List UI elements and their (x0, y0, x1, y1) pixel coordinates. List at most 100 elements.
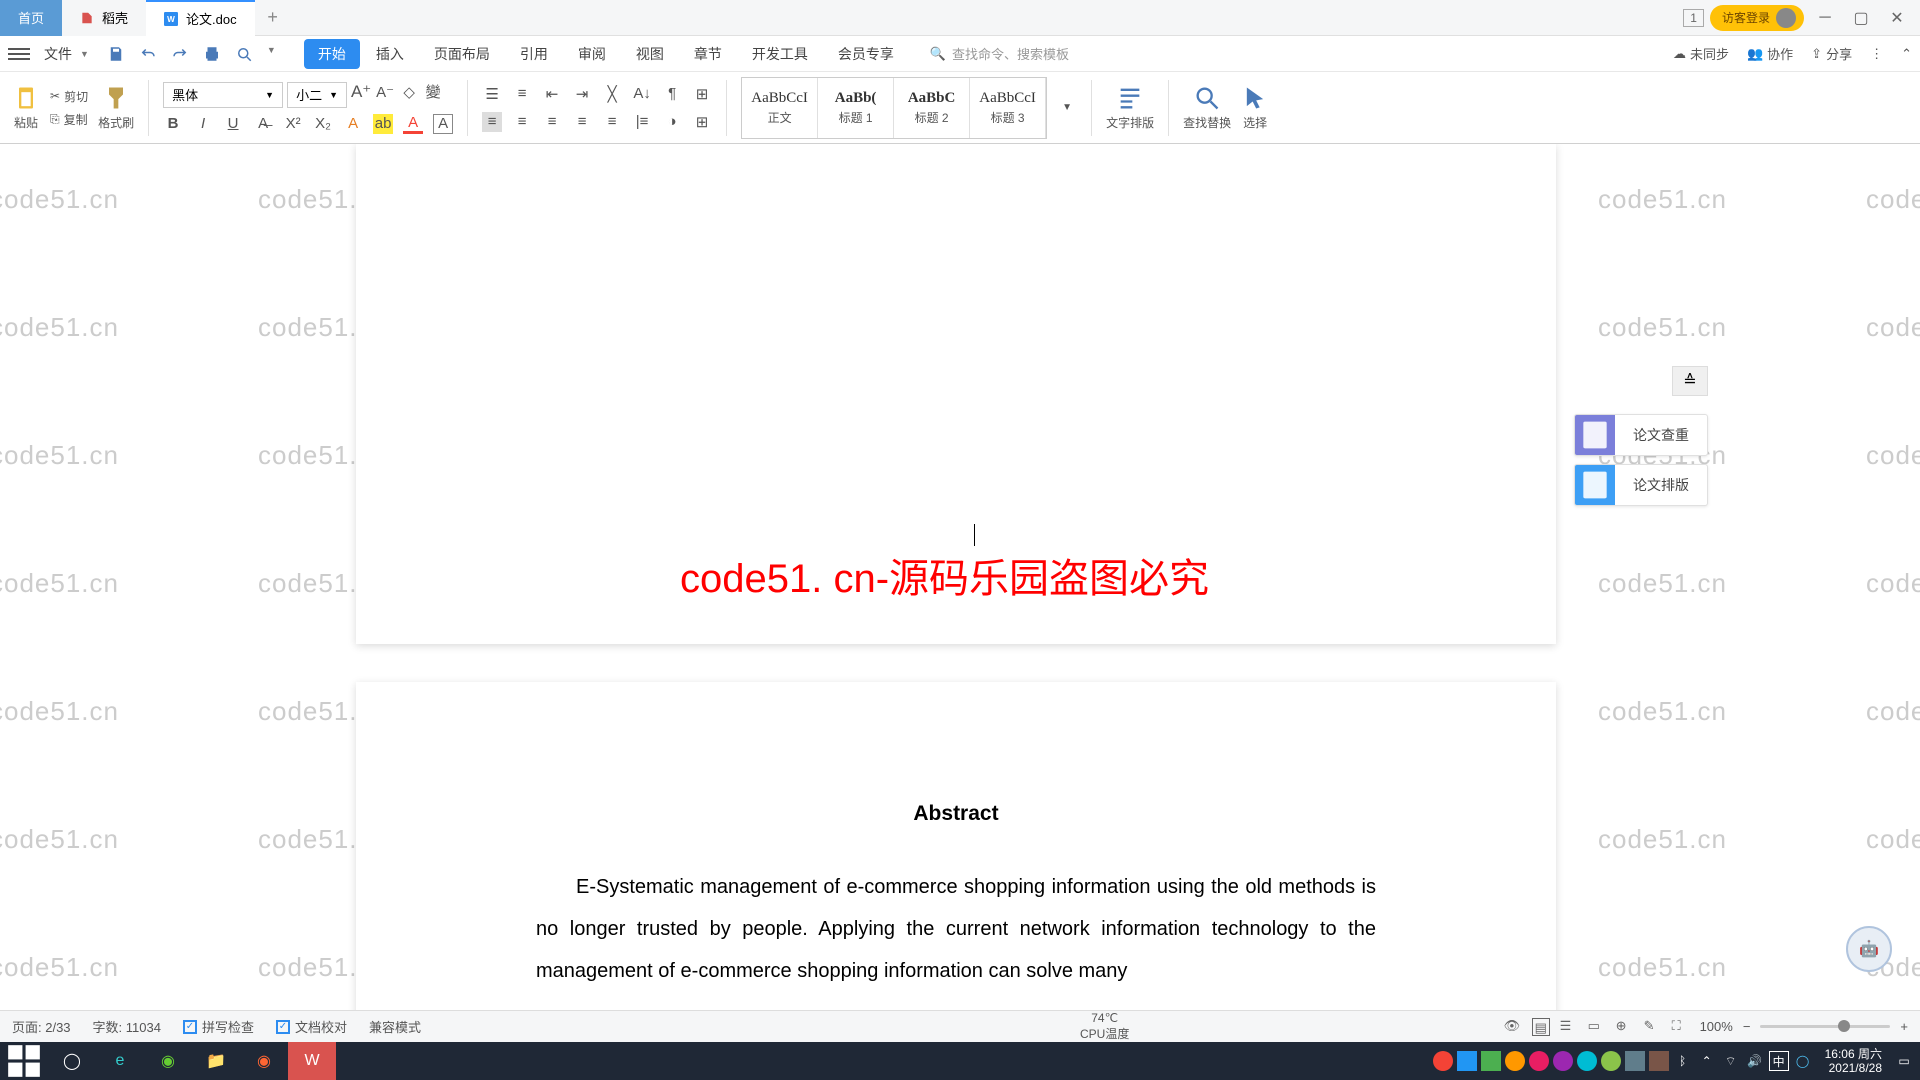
char-shading-button[interactable]: A (433, 114, 453, 134)
line-spacing-icon[interactable]: |≡ (632, 112, 652, 132)
doc-proof-toggle[interactable]: ✓文档校对 (276, 1017, 347, 1036)
copy-button[interactable]: ⎘复制 (50, 111, 88, 128)
volume-icon[interactable]: 🔊 (1745, 1051, 1765, 1071)
share-button[interactable]: ⇪分享 (1811, 44, 1852, 63)
style-heading3[interactable]: AaBbCcI标题 3 (970, 78, 1046, 138)
sort-icon[interactable]: A↓ (632, 84, 652, 104)
outline-icon[interactable]: ☰ (1560, 1018, 1578, 1036)
align-center-icon[interactable]: ≡ (512, 112, 532, 132)
hamburger-icon[interactable] (8, 43, 30, 65)
collab-button[interactable]: 👥协作 (1747, 44, 1793, 63)
menu-tab-member[interactable]: 会员专享 (824, 39, 908, 69)
bold-button[interactable]: B (163, 114, 183, 134)
clock[interactable]: 16:06 周六 2021/8/28 (1817, 1047, 1890, 1076)
explorer-icon[interactable]: 📁 (192, 1042, 240, 1080)
font-select[interactable]: 黑体▼ (163, 82, 283, 108)
web-icon[interactable]: ⊕ (1616, 1018, 1634, 1036)
select-label[interactable]: 选择 (1243, 114, 1267, 131)
tab-dk[interactable]: 稻壳 (62, 0, 146, 36)
strikethrough-button[interactable]: A̶ (253, 114, 273, 134)
ie-icon[interactable]: e (96, 1042, 144, 1080)
menu-tab-dev[interactable]: 开发工具 (738, 39, 822, 69)
superscript-button[interactable]: X² (283, 114, 303, 134)
tray-up-icon[interactable]: ⌃ (1697, 1051, 1717, 1071)
style-normal[interactable]: AaBbCcI正文 (742, 78, 818, 138)
align-right-icon[interactable]: ≡ (542, 112, 562, 132)
tray-icon-6[interactable] (1553, 1051, 1573, 1071)
edit-icon[interactable]: ✎ (1644, 1018, 1662, 1036)
align-left-icon[interactable]: ≡ (482, 112, 502, 132)
paste-label[interactable]: 粘贴 (14, 114, 38, 131)
paragraph-icon[interactable]: ¶ (662, 84, 682, 104)
font-color-button[interactable]: A (403, 114, 423, 134)
zoom-out-button[interactable]: − (1743, 1019, 1751, 1034)
style-gallery[interactable]: AaBbCcI正文 AaBb(标题 1 AaBbC标题 2 AaBbCcI标题 … (741, 77, 1047, 139)
text-layout-label[interactable]: 文字排版 (1106, 114, 1154, 131)
command-search[interactable]: 🔍 查找命令、搜索模板 (930, 44, 1069, 63)
increase-indent-icon[interactable]: ⇥ (572, 84, 592, 104)
style-more-icon[interactable]: ▼ (1057, 98, 1077, 118)
login-button[interactable]: 访客登录 (1710, 5, 1804, 31)
side-collapse-button[interactable]: ≙ (1672, 366, 1708, 396)
highlight-button[interactable]: ab (373, 114, 393, 134)
tab-add[interactable]: + (255, 7, 291, 28)
start-button[interactable] (0, 1042, 48, 1080)
zoom-slider[interactable] (1760, 1025, 1890, 1028)
read-icon[interactable]: ▭ (1588, 1018, 1606, 1036)
wps-icon[interactable]: W (288, 1042, 336, 1080)
unsync-button[interactable]: ☁未同步 (1673, 44, 1729, 63)
minimize-button[interactable]: ─ (1810, 3, 1840, 33)
menu-tab-start[interactable]: 开始 (304, 39, 360, 69)
save-icon[interactable] (107, 45, 125, 63)
redo-icon[interactable] (171, 45, 189, 63)
notifications-icon[interactable]: ▭ (1894, 1051, 1914, 1071)
menu-tab-review[interactable]: 审阅 (564, 39, 620, 69)
paper-layout-card[interactable]: 论文排版 (1574, 464, 1708, 506)
grow-font-icon[interactable]: A⁺ (351, 82, 371, 102)
collapse-ribbon-icon[interactable]: ⌃ (1901, 46, 1912, 62)
tray-search-icon[interactable]: ◯ (1793, 1051, 1813, 1071)
tray-icon-7[interactable] (1577, 1051, 1597, 1071)
bluetooth-icon[interactable]: ᛒ (1673, 1051, 1693, 1071)
floating-help-button[interactable]: 🤖 (1846, 926, 1892, 972)
app-icon[interactable]: ◉ (240, 1042, 288, 1080)
asian-layout-icon[interactable]: ╳ (602, 84, 622, 104)
font-size-select[interactable]: 小二▼ (287, 82, 347, 108)
style-heading1[interactable]: AaBb(标题 1 (818, 78, 894, 138)
text-layout-icon[interactable] (1116, 84, 1144, 112)
close-button[interactable]: ✕ (1882, 3, 1912, 33)
print-layout-icon[interactable]: ▤ (1532, 1018, 1550, 1036)
find-label[interactable]: 查找替换 (1183, 114, 1231, 131)
menu-tab-reference[interactable]: 引用 (506, 39, 562, 69)
tray-icon-2[interactable] (1457, 1051, 1477, 1071)
file-dropdown-icon[interactable]: ▼ (80, 49, 89, 59)
menu-tab-insert[interactable]: 插入 (362, 39, 418, 69)
maximize-button[interactable]: ▢ (1846, 3, 1876, 33)
word-count[interactable]: 字数: 11034 (93, 1017, 161, 1036)
numbering-icon[interactable]: ≡ (512, 84, 532, 104)
fit-icon[interactable]: ⛶ (1672, 1018, 1690, 1036)
tray-icon-3[interactable] (1481, 1051, 1501, 1071)
find-icon[interactable] (1193, 84, 1221, 112)
zoom-in-button[interactable]: + (1900, 1019, 1908, 1034)
align-justify-icon[interactable]: ≡ (572, 112, 592, 132)
subscript-button[interactable]: X₂ (313, 114, 333, 134)
tab-home[interactable]: 首页 (0, 0, 62, 36)
style-heading2[interactable]: AaBbC标题 2 (894, 78, 970, 138)
cortana-icon[interactable]: ◯ (48, 1042, 96, 1080)
more-icon[interactable]: ⋮ (1870, 46, 1883, 62)
qat-dropdown-icon[interactable]: ▼ (267, 45, 276, 63)
paper-check-card[interactable]: 论文查重 (1574, 414, 1708, 456)
tray-icon-9[interactable] (1625, 1051, 1645, 1071)
paste-icon[interactable] (12, 84, 40, 112)
wifi-icon[interactable]: ⌔ (1721, 1051, 1741, 1071)
undo-icon[interactable] (139, 45, 157, 63)
eye-icon[interactable]: 👁 (1504, 1018, 1522, 1036)
tray-icon-5[interactable] (1529, 1051, 1549, 1071)
tray-icon-8[interactable] (1601, 1051, 1621, 1071)
zoom-level[interactable]: 100% (1700, 1019, 1733, 1034)
align-distribute-icon[interactable]: ≡ (602, 112, 622, 132)
borders-icon[interactable]: ⊞ (692, 112, 712, 132)
cpu-temp-widget[interactable]: 74℃ CPU温度 (1080, 1011, 1129, 1042)
phonetic-icon[interactable]: 變 (423, 82, 443, 102)
